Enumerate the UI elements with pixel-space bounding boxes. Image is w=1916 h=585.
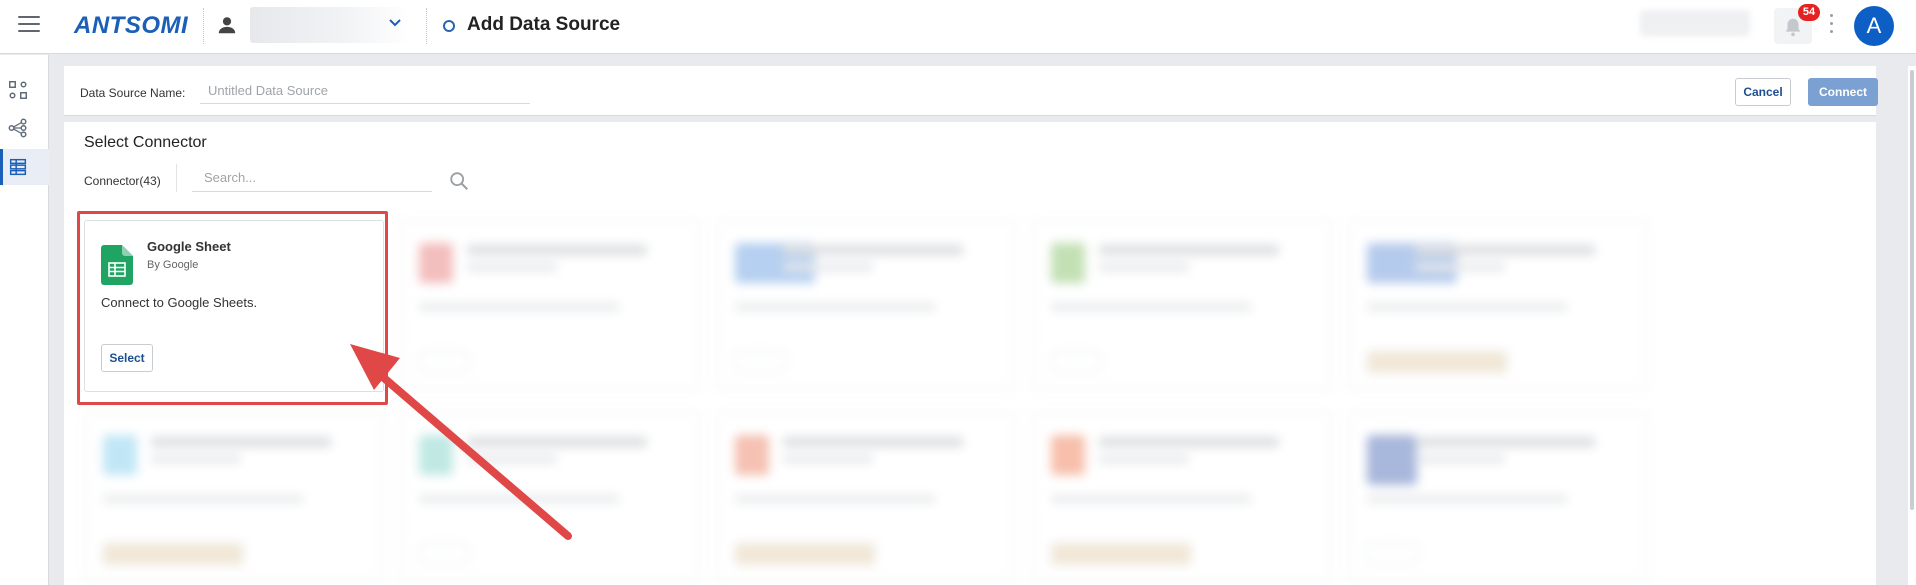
nav-journeys[interactable] bbox=[0, 72, 49, 108]
search-icon[interactable] bbox=[448, 170, 470, 192]
more-icon[interactable] bbox=[1830, 14, 1834, 36]
app-logo[interactable]: ANTSOMI bbox=[74, 12, 188, 40]
connector-count: Connector(43) bbox=[84, 174, 161, 188]
google-sheets-icon bbox=[101, 245, 133, 285]
data-source-name-bar: Data Source Name: Cancel Connect bbox=[64, 66, 1878, 116]
connector-card[interactable] bbox=[716, 412, 1016, 582]
chevron-down-icon[interactable] bbox=[388, 18, 402, 28]
status-icon bbox=[443, 20, 455, 32]
user-icon bbox=[218, 17, 236, 34]
divider bbox=[426, 8, 427, 44]
left-nav bbox=[0, 55, 49, 585]
scrollbar[interactable] bbox=[1908, 66, 1916, 585]
select-button[interactable]: Select bbox=[101, 344, 153, 372]
flow-icon bbox=[9, 81, 27, 99]
divider bbox=[203, 8, 204, 44]
account-selector[interactable] bbox=[250, 7, 410, 43]
data-source-name-label: Data Source Name: bbox=[80, 86, 186, 100]
table-icon bbox=[9, 158, 27, 176]
connector-card[interactable] bbox=[1032, 220, 1332, 390]
connector-search-input[interactable] bbox=[192, 164, 432, 192]
connector-card[interactable] bbox=[400, 220, 700, 390]
data-source-name-input[interactable] bbox=[200, 78, 530, 104]
cancel-button[interactable]: Cancel bbox=[1735, 78, 1791, 106]
connector-card[interactable] bbox=[1348, 220, 1648, 390]
connector-card-google-sheet[interactable]: Google Sheet By Google Connect to Google… bbox=[84, 220, 384, 392]
section-title: Select Connector bbox=[84, 134, 207, 151]
menu-icon[interactable] bbox=[18, 16, 40, 34]
connector-card[interactable] bbox=[84, 412, 384, 582]
connector-description: Connect to Google Sheets. bbox=[101, 295, 258, 310]
connector-card[interactable] bbox=[1348, 412, 1648, 582]
avatar[interactable]: A bbox=[1854, 6, 1894, 46]
divider bbox=[176, 164, 177, 192]
connector-vendor: By Google bbox=[147, 259, 199, 271]
connector-card[interactable] bbox=[400, 412, 700, 582]
top-bar: ANTSOMI Add Data Source 54 A bbox=[0, 0, 1916, 54]
nav-share[interactable] bbox=[0, 110, 49, 146]
connector-name: Google Sheet bbox=[147, 239, 231, 254]
notification-badge: 54 bbox=[1798, 4, 1820, 21]
nav-data-sources[interactable] bbox=[0, 149, 49, 185]
share-network-icon bbox=[8, 118, 27, 138]
page-title: Add Data Source bbox=[467, 14, 621, 35]
connect-button[interactable]: Connect bbox=[1808, 78, 1878, 106]
connector-card[interactable] bbox=[1032, 412, 1332, 582]
redacted-info bbox=[1640, 10, 1750, 36]
connector-card[interactable] bbox=[716, 220, 1016, 390]
